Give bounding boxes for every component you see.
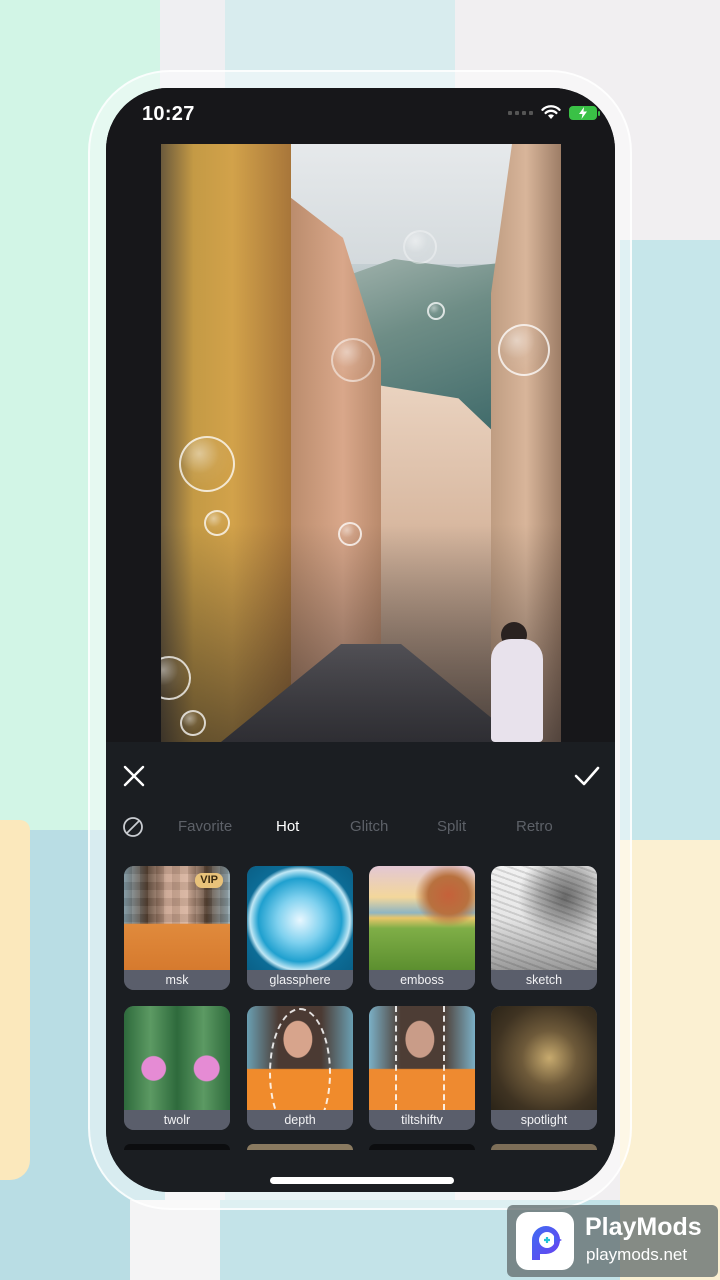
- no-effect-icon: [123, 817, 143, 837]
- effect-card-spotlight[interactable]: spotlight: [491, 1006, 597, 1130]
- effect-label: depth: [247, 1110, 353, 1130]
- playmods-logo-icon: [516, 1212, 574, 1270]
- paint-stroke: [0, 820, 30, 1180]
- bubble-effect: [427, 302, 445, 320]
- effect-card-emboss[interactable]: emboss: [369, 866, 475, 990]
- effect-label: tiltshiftv: [369, 1110, 475, 1130]
- effect-label: msk: [124, 970, 230, 990]
- effect-card-partial[interactable]: [369, 1144, 475, 1150]
- vip-badge: VIP: [195, 873, 223, 888]
- status-icons: [508, 105, 600, 120]
- status-time: 10:27: [142, 103, 195, 125]
- watermark-url: playmods.net: [586, 1245, 688, 1264]
- paint-stroke: [130, 1200, 220, 1280]
- close-button[interactable]: [116, 758, 152, 794]
- tiltshift-guide: [395, 1006, 397, 1110]
- effect-card-partial[interactable]: [491, 1144, 597, 1150]
- effect-thumbnail: [247, 1006, 353, 1110]
- effect-card-depth[interactable]: depth: [247, 1006, 353, 1130]
- depth-guide: [269, 1008, 331, 1110]
- effect-card-sketch[interactable]: sketch: [491, 866, 597, 990]
- tab-split[interactable]: Split: [437, 818, 466, 835]
- effect-label: spotlight: [491, 1110, 597, 1130]
- effects-panel: Favorite Hot Glitch Split Retro VIP msk …: [106, 742, 615, 1192]
- tab-retro[interactable]: Retro: [516, 818, 553, 835]
- bubble-effect: [403, 230, 437, 264]
- photo-person: [491, 639, 543, 742]
- cellular-signal-icon: [508, 110, 533, 115]
- effect-thumbnail: [124, 1006, 230, 1110]
- effect-thumbnail: [369, 1006, 475, 1110]
- bubble-effect: [331, 338, 375, 382]
- effect-thumbnail: [491, 1006, 597, 1110]
- checkmark-icon: [574, 766, 600, 786]
- tab-glitch[interactable]: Glitch: [350, 818, 388, 835]
- effect-card-partial[interactable]: [124, 1144, 230, 1150]
- effect-card-partial[interactable]: [247, 1144, 353, 1150]
- tiltshift-guide: [443, 1006, 445, 1110]
- effect-thumbnail: [491, 866, 597, 970]
- confirm-button[interactable]: [569, 758, 605, 794]
- photo-canvas: [106, 142, 615, 742]
- phone-screen: 10:27 Favorite Hot Glitch Split Retro VI…: [106, 88, 615, 1192]
- playmods-watermark: PlayMods playmods.net: [507, 1205, 718, 1277]
- home-indicator[interactable]: [270, 1177, 454, 1184]
- effect-card-glassphere[interactable]: glassphere: [247, 866, 353, 990]
- battery-charging-icon: [569, 105, 600, 120]
- tab-hot[interactable]: Hot: [276, 818, 299, 835]
- bubble-effect: [179, 436, 235, 492]
- effect-card-msk[interactable]: VIP msk: [124, 866, 230, 990]
- panel-toolbar: [106, 742, 615, 806]
- effect-label: glassphere: [247, 970, 353, 990]
- wifi-icon: [541, 105, 561, 119]
- effect-thumbnail: [369, 866, 475, 970]
- bubble-effect: [338, 522, 362, 546]
- no-effect-button[interactable]: [122, 816, 146, 840]
- effect-category-tabs: Favorite Hot Glitch Split Retro: [106, 812, 615, 846]
- bubble-effect: [180, 710, 206, 736]
- paint-stroke: [620, 240, 720, 860]
- bubble-effect: [204, 510, 230, 536]
- edited-photo[interactable]: [161, 144, 561, 742]
- status-bar: 10:27: [106, 88, 615, 142]
- effect-card-twolr[interactable]: twolr: [124, 1006, 230, 1130]
- watermark-title: PlayMods: [585, 1213, 702, 1241]
- effect-card-tiltshiftv[interactable]: tiltshiftv: [369, 1006, 475, 1130]
- tab-favorite[interactable]: Favorite: [178, 818, 232, 835]
- close-icon: [123, 765, 145, 787]
- bubble-effect: [498, 324, 550, 376]
- effect-label: sketch: [491, 970, 597, 990]
- effect-label: emboss: [369, 970, 475, 990]
- effect-thumbnail: [247, 866, 353, 970]
- effect-label: twolr: [124, 1110, 230, 1130]
